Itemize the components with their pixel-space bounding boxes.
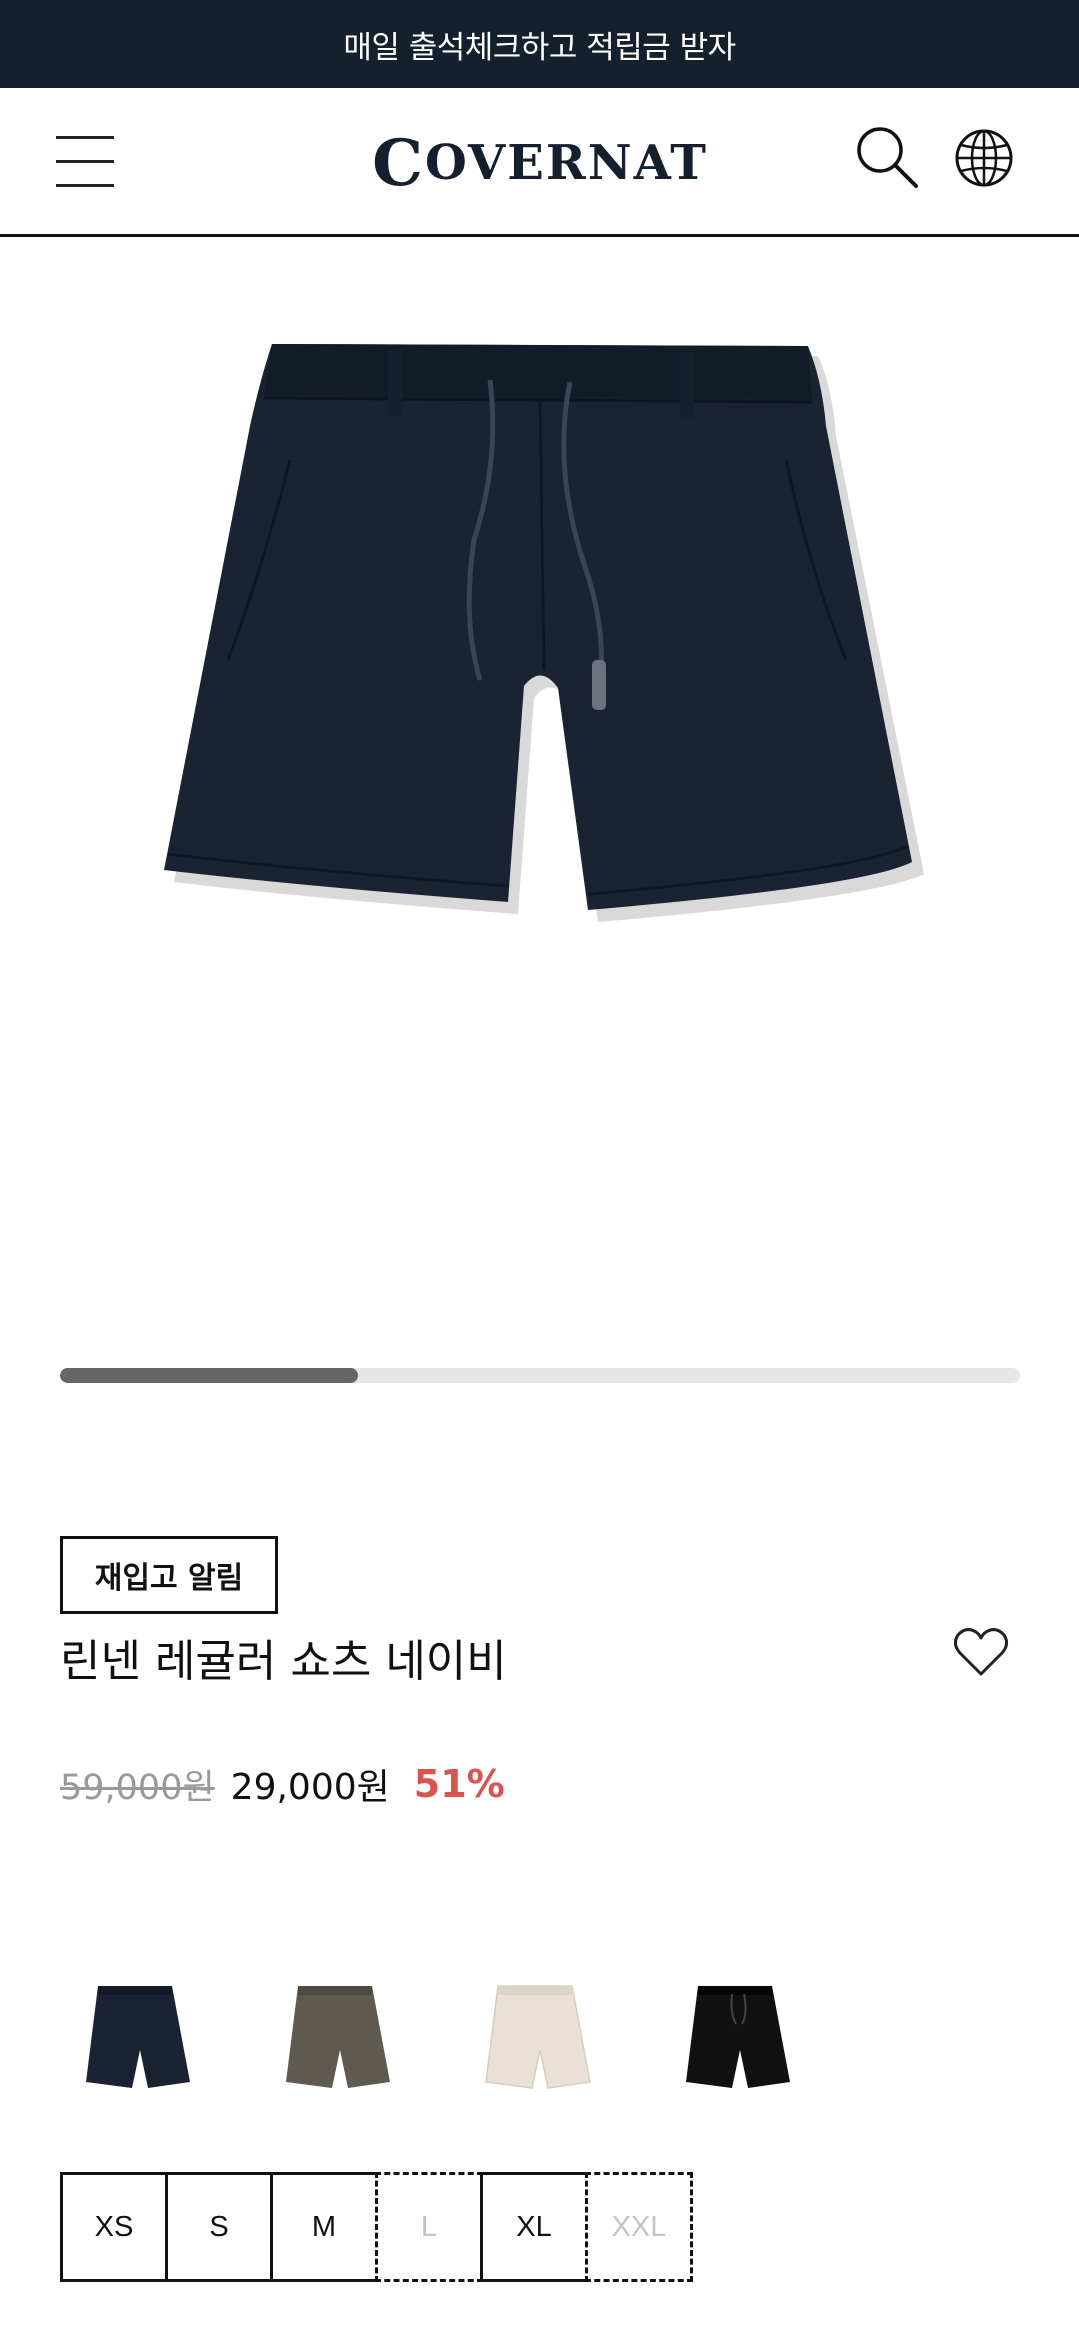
size-option-m[interactable]: M	[270, 2172, 378, 2282]
promo-banner-text: 매일 출석체크하고 적립금 받자	[343, 29, 736, 66]
hamburger-menu-icon[interactable]	[56, 136, 116, 188]
restock-alert-button[interactable]: 재입고 알림	[60, 1536, 278, 1614]
image-slider-progress-fill	[60, 1368, 358, 1383]
product-main-image[interactable]	[0, 240, 1079, 1340]
size-option-xl[interactable]: XL	[480, 2172, 588, 2282]
top-promo-banner[interactable]: 매일 출석체크하고 적립금 받자	[0, 0, 1079, 88]
color-swatch-navy[interactable]	[60, 1958, 220, 2108]
size-option-xs[interactable]: XS	[60, 2172, 168, 2282]
heart-outline-icon[interactable]	[952, 1624, 1010, 1682]
site-header: C OVERNAT	[0, 88, 1079, 237]
image-slider-progress[interactable]	[60, 1368, 1020, 1383]
product-title: 린넨 레귤러 쇼츠 네이비	[60, 1636, 507, 1687]
size-options: XS S M L XL XXL	[60, 2172, 693, 2282]
size-option-l[interactable]: L	[375, 2172, 483, 2282]
color-swatches	[60, 1958, 1020, 2118]
size-option-s[interactable]: S	[165, 2172, 273, 2282]
color-swatch-beige[interactable]	[460, 1958, 620, 2108]
size-option-xxl[interactable]: XXL	[585, 2172, 693, 2282]
color-swatch-black[interactable]	[660, 1958, 820, 2108]
restock-alert-label: 재입고 알림	[94, 1561, 244, 1596]
color-swatch-khaki[interactable]	[260, 1958, 420, 2108]
search-icon[interactable]	[854, 124, 920, 190]
sale-price: 29,000원	[230, 1767, 390, 1808]
discount-rate: 51%	[413, 1762, 505, 1806]
original-price: 59,000원	[60, 1767, 215, 1808]
brand-logo[interactable]: C OVERNAT	[340, 118, 740, 208]
globe-icon[interactable]	[954, 128, 1014, 188]
price-row: 59,000원 29,000원 51%	[60, 1756, 505, 1812]
